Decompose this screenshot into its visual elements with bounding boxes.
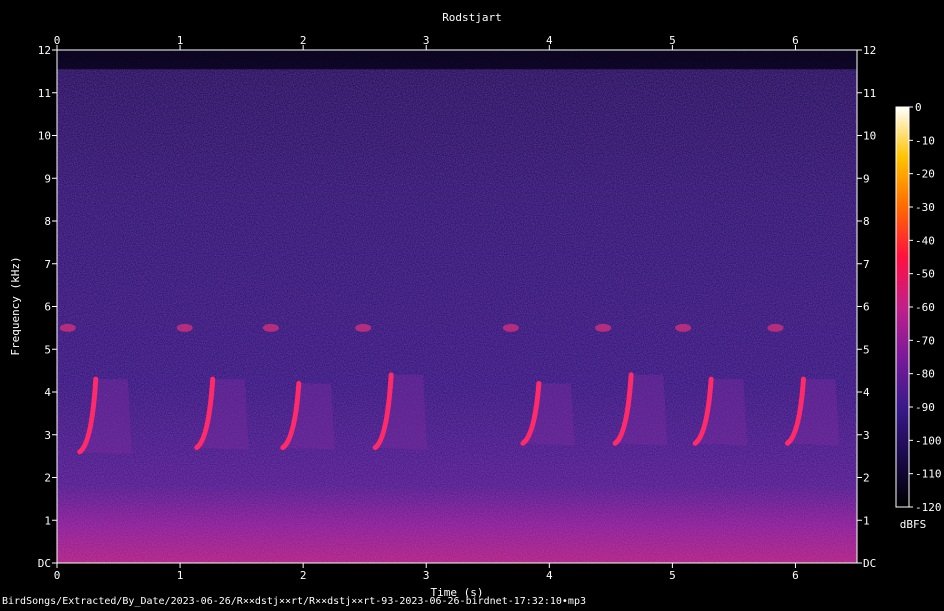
colorbar: 0 -10 -20 -30 -40 -50 -60 -70 -80 -90 -100 -110 -120…	[895, 101, 942, 531]
x-tick-label: 6	[792, 569, 799, 582]
y-tick-label: 9	[863, 172, 870, 185]
phrase-high-note	[262, 323, 279, 332]
frequency-ceiling-band	[57, 50, 857, 70]
y-tick-label: 5	[863, 343, 870, 356]
colorbar-tick-label: -120	[915, 501, 942, 514]
x-tick-label: 2	[300, 569, 307, 582]
x-tick-label: 4	[546, 569, 553, 582]
colorbar-ticks: 0 -10 -20 -30 -40 -50 -60 -70 -80 -90 -100 -110 -120	[909, 101, 942, 514]
spectrogram-chart: 00112233445566 DC DC1 12 23 34 45 56 67 78 89 910 1…	[9, 11, 942, 599]
y-tick-label: 11	[863, 87, 876, 100]
x-tick-label: 1	[177, 34, 184, 47]
spectrogram-noise	[57, 50, 857, 563]
x-tick-label: 2	[300, 34, 307, 47]
x-tick-label: 3	[423, 34, 430, 47]
colorbar-tick-label: 0	[915, 101, 922, 114]
x-tick-label: 5	[669, 569, 676, 582]
y-axis-label: Frequency (kHz)	[9, 256, 22, 355]
y-tick-label: 2	[863, 472, 870, 485]
y-tick-label: 10	[863, 130, 876, 143]
y-tick-label: 3	[863, 429, 870, 442]
y-tick-label: 8	[863, 215, 870, 228]
file-path-caption: BirdSongs/Extracted/By_Date/2023-06-26/R…	[2, 596, 586, 607]
y-tick-label: DC	[863, 557, 876, 570]
y-tick-label: 12	[38, 44, 51, 57]
phrase-high-note	[767, 323, 784, 332]
y-tick-label: 6	[863, 301, 870, 314]
phrase-high-note	[355, 323, 372, 332]
colorbar-tick-label: -90	[915, 401, 935, 414]
colorbar-tick-label: -60	[915, 301, 935, 314]
y-tick-label: 10	[38, 130, 51, 143]
x-tick-label: 1	[177, 569, 184, 582]
chart-title: Rodstjart	[442, 11, 502, 24]
y-tick-label: 7	[44, 258, 51, 271]
x-tick-label: 0	[54, 569, 61, 582]
y-tick-label: 4	[863, 386, 870, 399]
x-tick-label: 6	[792, 34, 799, 47]
colorbar-tick-label: -80	[915, 368, 935, 381]
colorbar-tick-label: -50	[915, 268, 935, 281]
x-tick-label: 4	[546, 34, 553, 47]
y-tick-label: 7	[863, 258, 870, 271]
y-tick-label: 9	[44, 172, 51, 185]
colorbar-tick-label: -40	[915, 234, 935, 247]
phrase-high-note	[595, 323, 612, 332]
phrase-high-note	[59, 323, 76, 332]
phrase-high-note	[176, 323, 193, 332]
y-tick-label: 2	[44, 472, 51, 485]
y-tick-label: 12	[863, 44, 876, 57]
colorbar-bar	[895, 106, 910, 508]
colorbar-tick-label: -20	[915, 168, 935, 181]
colorbar-tick-label: -70	[915, 334, 935, 347]
plot-area	[56, 49, 858, 564]
y-tick-label: 6	[44, 301, 51, 314]
colorbar-tick-label: -10	[915, 134, 935, 147]
x-tick-label: 5	[669, 34, 676, 47]
phrase-high-note	[675, 323, 692, 332]
phrase-high-note	[502, 323, 519, 332]
y-tick-label: 4	[44, 386, 51, 399]
y-tick-label: 11	[38, 87, 51, 100]
colorbar-tick-label: -30	[915, 201, 935, 214]
y-tick-label: 1	[863, 514, 870, 527]
colorbar-label: dBFS	[900, 518, 927, 531]
x-tick-label: 3	[423, 569, 430, 582]
x-tick-label: 0	[54, 34, 61, 47]
y-tick-label: DC	[38, 557, 51, 570]
colorbar-tick-label: -110	[915, 468, 942, 481]
y-tick-label: 1	[44, 514, 51, 527]
colorbar-tick-label: -100	[915, 434, 942, 447]
y-tick-label: 3	[44, 429, 51, 442]
y-tick-label: 5	[44, 343, 51, 356]
y-tick-label: 8	[44, 215, 51, 228]
